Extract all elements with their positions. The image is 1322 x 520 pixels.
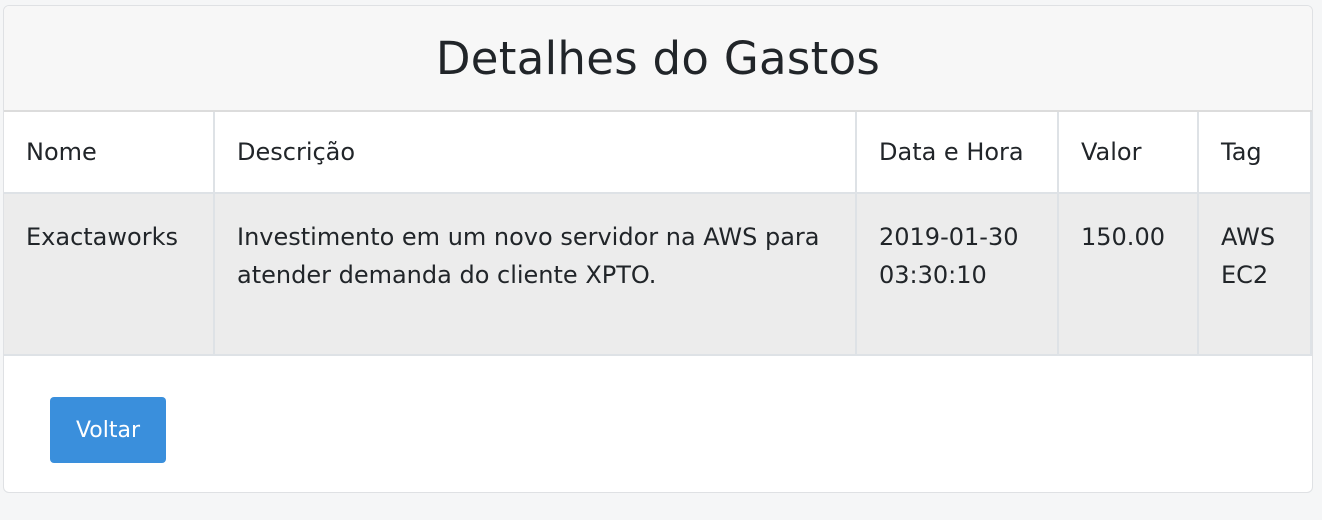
details-card: Detalhes do Gastos Nome Descrição Data e… <box>3 5 1313 493</box>
card-footer: Voltar <box>4 356 1312 463</box>
column-header-descricao: Descrição <box>213 112 857 194</box>
page-title: Detalhes do Gastos <box>435 31 881 85</box>
table-header-row: Nome Descrição Data e Hora Valor Tag <box>4 112 1312 194</box>
table-row: Exactaworks Investimento em um novo serv… <box>4 192 1312 356</box>
back-button[interactable]: Voltar <box>50 397 166 463</box>
column-header-data-hora: Data e Hora <box>855 112 1059 194</box>
cell-tag: AWS EC2 <box>1197 192 1312 356</box>
card-header: Detalhes do Gastos <box>4 6 1312 112</box>
cell-data-hora: 2019-01-30 03:30:10 <box>855 192 1059 356</box>
column-header-valor: Valor <box>1057 112 1199 194</box>
cell-valor: 150.00 <box>1057 192 1199 356</box>
column-header-nome: Nome <box>4 112 215 194</box>
cell-descricao: Investimento em um novo servidor na AWS … <box>213 192 857 356</box>
column-header-tag: Tag <box>1197 112 1312 194</box>
cell-nome: Exactaworks <box>4 192 215 356</box>
details-table: Nome Descrição Data e Hora Valor Tag Exa… <box>4 112 1312 356</box>
